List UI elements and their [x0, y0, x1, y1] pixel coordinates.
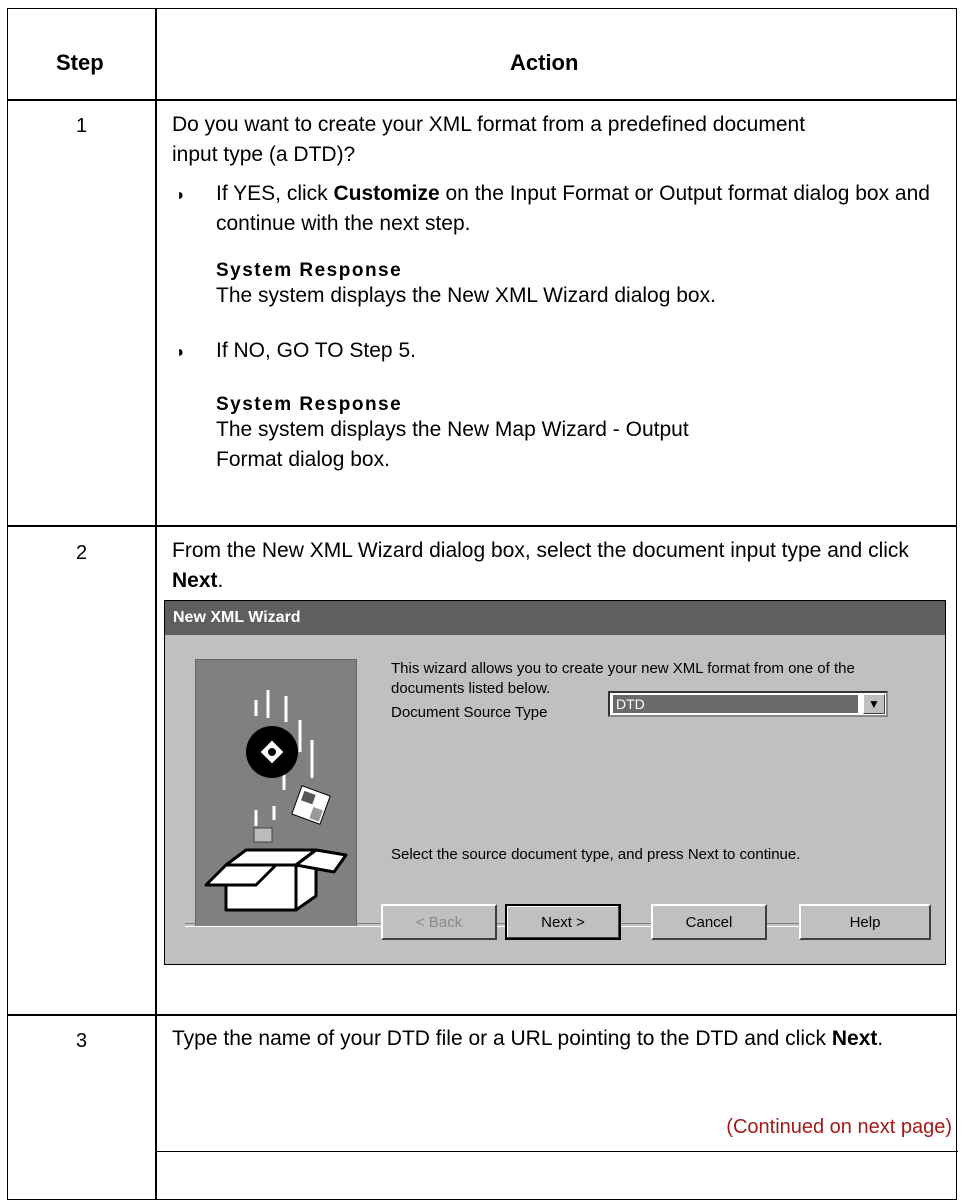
system-response-text-2-line1: The system displays the New Map Wizard -… — [216, 418, 689, 441]
next-label-bold: Next — [831, 1027, 878, 1050]
step2-text-pre: From the New XML Wizard dialog box, sele… — [172, 539, 909, 562]
step1-no-text: If NO, GO TO Step 5. — [216, 339, 416, 362]
row-divider-1 — [8, 525, 956, 527]
next-label-bold: Next — [172, 569, 218, 592]
cancel-button[interactable]: Cancel — [651, 904, 767, 940]
wizard-illustration — [195, 659, 357, 927]
step2-text: From the New XML Wizard dialog box, sele… — [172, 536, 947, 596]
continued-note: (Continued on next page) — [726, 1116, 952, 1138]
step3-text-pre: Type the name of your DTD file or a URL … — [172, 1027, 832, 1050]
dialog-title: New XML Wizard — [165, 601, 945, 635]
step-number-1: 1 — [75, 115, 88, 137]
chevron-down-icon[interactable]: ▼ — [863, 694, 885, 714]
bullet-icon: ◗ — [176, 344, 186, 361]
customize-label: Customize — [333, 182, 440, 205]
document-source-type-label: Document Source Type — [391, 704, 548, 721]
help-button[interactable]: Help — [799, 904, 931, 940]
wizard-box-icon — [204, 690, 348, 912]
row-divider-2 — [8, 1014, 956, 1016]
header-step: Step — [56, 50, 104, 75]
system-response-text-2-line2: Format dialog box. — [216, 448, 390, 471]
step-number-3: 3 — [75, 1030, 88, 1052]
step1-question: Do you want to create your XML format fr… — [172, 113, 806, 166]
row-divider-continued — [156, 1151, 958, 1152]
back-button[interactable]: < Back — [381, 904, 497, 940]
header-divider — [8, 99, 956, 101]
column-divider — [155, 9, 157, 1199]
step1-yes-text: If YES, click Customize on the Input For… — [216, 179, 946, 239]
step3-text-post: . — [877, 1027, 884, 1050]
header-action: Action — [510, 50, 579, 75]
dialog-instruction-text: Select the source document type, and pre… — [391, 846, 801, 863]
bullet-icon: ◗ — [176, 187, 186, 204]
step-number-2: 2 — [75, 542, 88, 564]
system-response-text-1: The system displays the New XML Wizard d… — [216, 284, 716, 307]
yes-text-pre: If YES, click — [216, 182, 334, 205]
next-button[interactable]: Next > — [505, 904, 621, 940]
system-response-title-1: System Response — [216, 260, 403, 281]
step2-text-post: . — [217, 569, 224, 592]
document-source-type-select[interactable]: DTD ▼ — [608, 691, 888, 717]
system-response-title-2: System Response — [216, 394, 403, 415]
step3-text: Type the name of your DTD file or a URL … — [172, 1024, 932, 1054]
new-xml-wizard-dialog: New XML Wizard This wizard allows you to… — [164, 600, 946, 965]
document-source-type-value: DTD — [612, 694, 859, 714]
